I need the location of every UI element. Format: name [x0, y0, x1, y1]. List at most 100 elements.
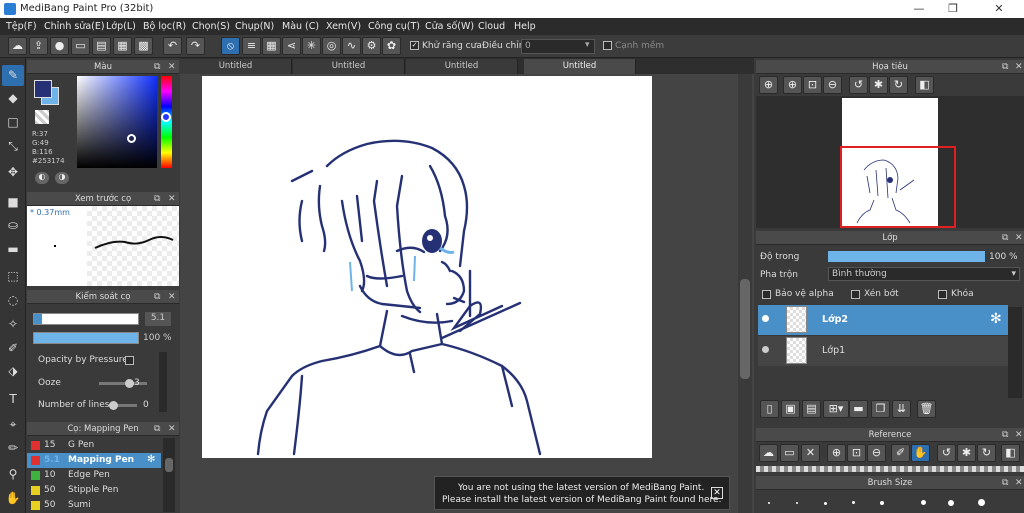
gear-icon[interactable]: ✻ [147, 454, 155, 465]
brush-item-g-pen[interactable]: 15 G Pen [27, 438, 161, 453]
brush-tool-icon[interactable]: ✎ [2, 65, 24, 86]
layer-row-lop1[interactable]: Lớp1 [758, 336, 1008, 366]
brush-item-sumi[interactable]: 50 Sumi [27, 498, 161, 511]
rotate-right-icon[interactable]: ↻ [889, 76, 908, 94]
share-icon[interactable]: ⇪ [29, 37, 48, 55]
popout-icon[interactable]: ⧉ [154, 422, 160, 436]
document-icon[interactable]: ▤ [92, 37, 111, 55]
adjust-combobox[interactable]: 0 [521, 39, 595, 54]
saturation-value-picker[interactable] [77, 76, 157, 168]
size-preset-1[interactable] [768, 502, 770, 504]
menu-tools[interactable]: Công cụ(T) [368, 21, 420, 32]
bucket-tool-icon[interactable]: ⛀ [2, 215, 24, 236]
close-icon[interactable]: ✕ [168, 422, 176, 436]
page-icon[interactable]: ▦ [113, 37, 132, 55]
undo-icon[interactable]: ↶ [163, 37, 182, 55]
select-eraser-icon[interactable]: ⬗ [2, 361, 24, 382]
circle-snap-icon[interactable]: ✳ [302, 37, 321, 55]
new-8bit-layer-icon[interactable]: ▤ [802, 400, 821, 418]
flip-icon[interactable]: ◧ [915, 76, 934, 94]
size-preset-4[interactable] [852, 501, 855, 504]
drawing-canvas[interactable] [202, 76, 652, 458]
parallel-snap-icon[interactable]: ≡ [242, 37, 261, 55]
radial-snap-icon[interactable]: ⋖ [282, 37, 301, 55]
duplicate-icon[interactable]: ❐ [871, 400, 890, 418]
ooze-slider[interactable] [99, 379, 147, 388]
hue-handle[interactable] [161, 112, 171, 122]
brush-size-slider[interactable] [33, 313, 139, 325]
protect-alpha-checkbox[interactable] [762, 290, 771, 299]
add-layer-dropdown-icon[interactable]: ⊞▾ [823, 400, 849, 418]
scrollbar-thumb[interactable] [740, 279, 750, 379]
hue-slider[interactable] [161, 76, 172, 168]
popout-icon[interactable]: ⧉ [1002, 476, 1008, 490]
lock-checkbox[interactable] [938, 290, 947, 299]
close-icon[interactable]: ✕ [168, 290, 176, 304]
eyedropper-tool-icon[interactable]: ⚲ [2, 464, 24, 485]
size-preset-7[interactable] [948, 500, 954, 506]
settings-icon[interactable]: ✿ [382, 37, 401, 55]
opacity-pressure-checkbox[interactable] [125, 356, 134, 365]
trash-icon[interactable]: 🗑 [917, 400, 936, 418]
reference-close-icon[interactable]: ✕ [801, 444, 820, 462]
hand-tool-icon[interactable]: ✋ [2, 488, 24, 509]
eraser-tool-icon[interactable]: ◆ [2, 88, 24, 109]
new-halftone-layer-icon[interactable]: ▣ [781, 400, 800, 418]
update-notice[interactable]: You are not using the latest version of … [434, 476, 730, 510]
divide-tool-icon[interactable]: ✏ [2, 438, 24, 459]
rotate-left-icon[interactable]: ↺ [937, 444, 956, 462]
chevron-down-icon[interactable]: ▾ [585, 40, 590, 50]
size-preset-3[interactable] [824, 502, 827, 505]
zoom-in-icon[interactable]: ⊕ [759, 76, 778, 94]
size-preset-6[interactable] [921, 500, 926, 505]
comment-icon[interactable]: ▭ [71, 37, 90, 55]
fit-icon[interactable]: ⊡ [847, 444, 866, 462]
popout-icon[interactable]: ⧉ [154, 192, 160, 206]
select-tool-icon[interactable]: ⬚ [2, 266, 24, 287]
blend-mode-select[interactable]: Bình thường ▾ [828, 267, 1020, 281]
menu-view[interactable]: Xem(V) [326, 21, 361, 32]
close-notice-icon[interactable]: ✕ [711, 487, 723, 499]
rotate-right-icon[interactable]: ↻ [977, 444, 996, 462]
fill-rect-tool-icon[interactable]: ■ [2, 192, 24, 213]
transparent-swatch[interactable] [35, 110, 49, 124]
fit-icon[interactable]: ⊡ [803, 76, 822, 94]
snap-off-icon[interactable]: ⦸ [221, 37, 240, 55]
close-window-button[interactable]: ✕ [986, 2, 1012, 16]
size-preset-5[interactable] [880, 501, 884, 505]
operation-tool-icon[interactable]: ⌖ [2, 414, 24, 435]
popout-icon[interactable]: ⧉ [1002, 231, 1008, 245]
palette-icon[interactable]: ◐ [35, 172, 49, 184]
tab-untitled-4[interactable]: Untitled [524, 59, 636, 74]
brush-control-scrollbar[interactable] [159, 352, 167, 412]
select-pen-icon[interactable]: ✐ [2, 338, 24, 359]
size-preset-2[interactable] [796, 502, 798, 504]
close-icon[interactable]: ✕ [168, 60, 176, 74]
color-picker-handle[interactable] [127, 134, 136, 143]
close-icon[interactable]: ✕ [1015, 428, 1023, 442]
opacity-slider[interactable] [33, 332, 139, 344]
ooze-handle[interactable] [125, 379, 134, 388]
scrollbar-thumb[interactable] [165, 458, 173, 472]
main-color-swatch[interactable] [34, 80, 52, 98]
restore-button[interactable]: ❐ [940, 2, 966, 16]
menu-color[interactable]: Màu (C) [282, 21, 319, 32]
menu-file[interactable]: Tệp(F) [6, 21, 37, 32]
reset-icon[interactable]: ✱ [869, 76, 888, 94]
close-icon[interactable]: ✕ [1015, 60, 1023, 74]
layer-list-scrollbar[interactable] [1008, 307, 1022, 399]
folder-icon[interactable]: ▬ [849, 400, 868, 418]
reset-icon[interactable]: ✱ [957, 444, 976, 462]
soft-edge-checkbox[interactable] [603, 41, 612, 50]
menu-cloud[interactable]: Cloud [478, 21, 505, 32]
menu-window[interactable]: Cửa số(W) [425, 21, 474, 32]
merge-icon[interactable]: ⇊ [892, 400, 911, 418]
tab-untitled-3[interactable]: Untitled [406, 59, 518, 74]
cloud-icon[interactable]: ☁ [8, 37, 27, 55]
brush-item-edge-pen[interactable]: 10 Edge Pen [27, 468, 161, 483]
popout-icon[interactable]: ⧉ [154, 60, 160, 74]
grid-icon[interactable]: ▩ [134, 37, 153, 55]
rotate-left-icon[interactable]: ↺ [849, 76, 868, 94]
rect-tool-icon[interactable]: □ [2, 112, 24, 133]
menu-select[interactable]: Chọn(S) [192, 21, 230, 32]
